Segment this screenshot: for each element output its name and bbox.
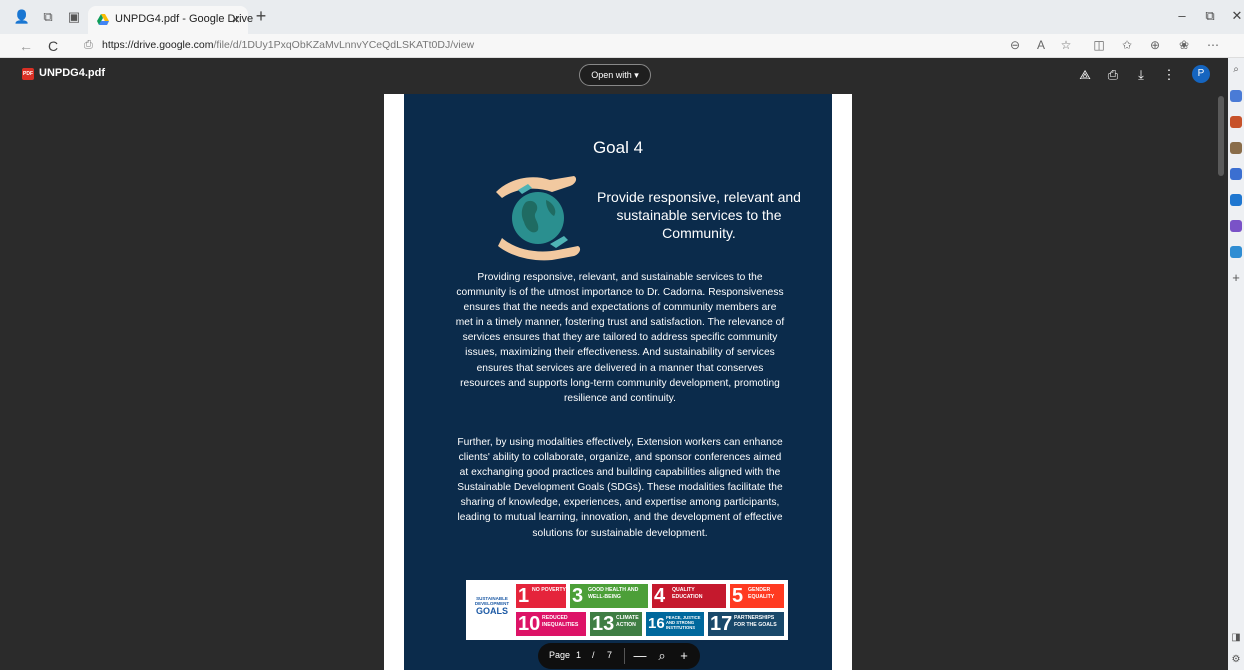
tools-icon[interactable] <box>1230 142 1242 154</box>
sdg-tile: 3 Good Health and Well-Being <box>570 584 648 608</box>
url-path: /file/d/1DUy1PxqObKZaMvLnnvYCeQdLSKATt0D… <box>213 39 475 51</box>
page-separator: / <box>592 650 595 660</box>
zoom-out-button[interactable]: — <box>632 647 648 665</box>
address-bar-row: ← C ⎙ https://drive.google.com/file/d/1D… <box>0 34 1244 58</box>
sdg-tile-number: 3 <box>572 585 584 607</box>
add-to-drive-icon[interactable]: ⟁ <box>1076 66 1094 84</box>
new-tab-button[interactable]: + <box>252 6 270 26</box>
goal-subtitle: Provide responsive, relevant and sustain… <box>597 189 801 241</box>
sdg-tile: 16 Peace, Justice and Strong Institutions <box>646 612 704 636</box>
minimize-button[interactable]: – <box>1171 8 1193 23</box>
print-icon[interactable]: ⎙ <box>1104 66 1122 84</box>
body-paragraph-1: Providing responsive, relevant, and sust… <box>455 272 785 404</box>
add-sidebar-app-icon[interactable]: + <box>1230 271 1242 284</box>
zoom-icon[interactable]: ⌕ <box>654 647 670 665</box>
sidebar-settings-icon[interactable]: ⚙ <box>1230 654 1242 666</box>
sdg-tile-number: 1 <box>518 585 530 607</box>
sdg-tile: 10 Reduced Inequalities <box>516 612 586 636</box>
outlook-icon[interactable] <box>1230 194 1242 206</box>
file-name: UNPDG4.pdf <box>39 67 105 79</box>
copilot-icon[interactable]: ❀ <box>1175 38 1193 52</box>
url-host: https://drive.google.com <box>102 39 214 51</box>
open-with-label: Open with <box>591 70 632 80</box>
sdg-banner: SUSTAINABLE DEVELOPMENT GOALS 1 No Povert… <box>466 580 788 640</box>
sdg-tile: 17 Partnerships for the Goals <box>708 612 784 636</box>
edge-sidebar: ⌕ + ◨ ⚙ <box>1228 58 1244 670</box>
search-icon[interactable]: ⌕ <box>1230 64 1242 76</box>
page-content: Goal 4 Provide responsive, relevant and … <box>404 94 832 670</box>
shopping-icon[interactable] <box>1230 116 1242 128</box>
sdg-tile-number: 13 <box>592 613 615 635</box>
sdg-tile-label: Gender Equality <box>748 587 775 600</box>
sdg-tile: 1 No Poverty <box>516 584 566 608</box>
more-icon[interactable]: ⋯ <box>1204 38 1222 52</box>
drop-icon[interactable] <box>1230 246 1242 258</box>
favorites-icon[interactable]: ✩ <box>1118 38 1136 52</box>
sdg-tile-label: No Poverty <box>532 587 566 593</box>
sdg-tile-label: Partnerships for the Goals <box>734 615 777 628</box>
toolbar-divider <box>624 648 625 664</box>
open-with-button[interactable]: Open with ▾ <box>579 64 651 86</box>
pdf-page: Goal 4 Provide responsive, relevant and … <box>384 94 852 670</box>
sdg-tile-number: 5 <box>732 585 744 607</box>
url-text: https://drive.google.com/file/d/1DUy1Pxq… <box>102 39 474 51</box>
hide-sidebar-icon[interactable]: ◨ <box>1230 632 1242 644</box>
designer-icon[interactable] <box>1230 220 1242 232</box>
sdg-tile-label: Peace, Justice and Strong Institutions <box>666 615 701 630</box>
browser-tab[interactable]: UNPDG4.pdf - Google Drive × <box>88 6 253 34</box>
sdg-tile: 4 Quality Education <box>652 584 726 608</box>
body-paragraph-2: Further, by using modalities effectively… <box>457 437 783 539</box>
sidebar-app-icon[interactable] <box>1230 90 1242 102</box>
hands-globe-illustration <box>496 176 581 261</box>
sdg-tile-number: 4 <box>654 585 666 607</box>
site-info-icon[interactable]: ⎙ <box>84 39 93 52</box>
page-toolbar: Page 1 / 7 — ⌕ + <box>538 643 700 669</box>
collections-icon[interactable]: ⊕ <box>1146 38 1164 52</box>
tab-close-button[interactable]: × <box>232 11 240 27</box>
reload-button[interactable]: C <box>44 37 62 55</box>
sdg-tile-label: Climate Action <box>616 615 639 628</box>
chevron-down-icon: ▾ <box>634 70 639 80</box>
games-icon[interactable] <box>1230 168 1242 180</box>
favorite-star-icon[interactable]: ☆ <box>1057 38 1075 52</box>
sdg-tile-label: Good Health and Well-Being <box>588 587 639 600</box>
download-icon[interactable]: ⤓ <box>1132 66 1150 84</box>
workspaces-icon[interactable]: ⧉ <box>39 8 57 26</box>
read-aloud-icon[interactable]: A <box>1032 38 1050 52</box>
close-window-button[interactable]: ✕ <box>1226 8 1244 24</box>
pdf-viewer: PDF UNPDG4.pdf Open with ▾ ⟁ ⎙ ⤓ ⋮ P Goa… <box>0 58 1228 670</box>
sdg-tile: 13 Climate Action <box>590 612 642 636</box>
sdg-tile-label: Reduced Inequalities <box>542 615 579 628</box>
zoom-icon[interactable]: ⊖ <box>1006 38 1024 52</box>
profile-icon[interactable]: 👤 <box>13 8 31 26</box>
restore-button[interactable]: ⧉ <box>1199 8 1221 24</box>
sdg-tile-label: Quality Education <box>672 587 703 600</box>
sdg-tile-number: 16 <box>648 615 665 632</box>
sdg-logo: SUSTAINABLE DEVELOPMENT GOALS <box>470 596 514 624</box>
scrollbar-thumb[interactable] <box>1218 96 1224 176</box>
google-drive-icon <box>97 14 109 25</box>
sdg-tile: 5 Gender Equality <box>730 584 784 608</box>
zoom-in-button[interactable]: + <box>676 647 692 665</box>
more-actions-icon[interactable]: ⋮ <box>1160 66 1178 84</box>
sdg-logo-small: SUSTAINABLE DEVELOPMENT <box>474 596 510 606</box>
page-label: Page <box>549 650 571 660</box>
tab-actions-icon[interactable]: ▣ <box>65 8 83 26</box>
url-field[interactable]: ⎙ https://drive.google.com/file/d/1DUy1P… <box>78 36 998 56</box>
goal-title: Goal 4 <box>592 138 644 157</box>
total-pages: 7 <box>607 650 613 660</box>
viewer-header: PDF UNPDG4.pdf Open with ▾ ⟁ ⎙ ⤓ ⋮ P <box>0 58 1228 92</box>
account-avatar[interactable]: P <box>1192 65 1210 83</box>
sdg-tile-number: 17 <box>710 613 733 635</box>
sdg-tile-number: 10 <box>518 613 541 635</box>
sdg-logo-big: GOALS <box>475 606 508 616</box>
back-button[interactable]: ← <box>17 37 35 55</box>
pdf-file-icon: PDF <box>22 68 34 80</box>
current-page-input[interactable]: 1 <box>576 650 581 660</box>
split-screen-icon[interactable]: ◫ <box>1090 38 1108 52</box>
browser-tab-strip: 👤 ⧉ ▣ UNPDG4.pdf - Google Drive × + – ⧉ … <box>0 0 1244 34</box>
